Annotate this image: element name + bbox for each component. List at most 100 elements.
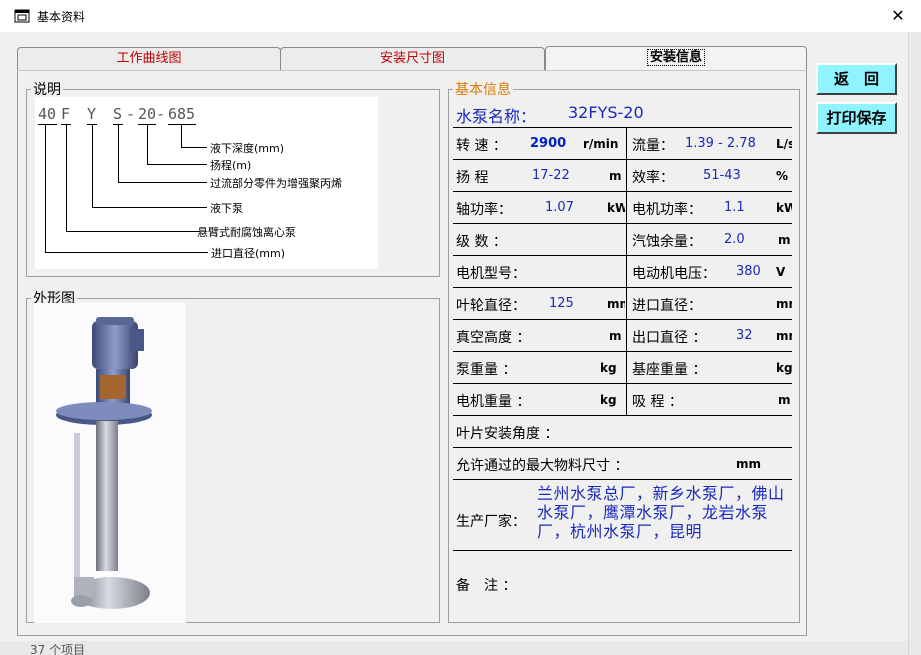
head-label: 扬 程 [456, 170, 489, 186]
leader-submerged-h [92, 207, 207, 208]
inlet-unit: mm [776, 297, 792, 311]
row-divider [453, 351, 792, 352]
base-weight-label: 基座重量 ： [632, 362, 707, 378]
impeller-value: 125 [549, 296, 574, 311]
code-head: 20 [138, 105, 157, 123]
max-material-unit: mm [736, 457, 762, 471]
suction-label: 吸 程 ： [632, 394, 683, 410]
speed-value: 2900 [530, 136, 567, 151]
code-dash-1: - [126, 105, 136, 123]
vacuum-unit: m [609, 329, 622, 343]
app-icon [14, 9, 30, 23]
impeller-label: 叶轮直径： [456, 298, 526, 314]
return-button[interactable]: 返 回 [816, 63, 897, 95]
underline-inlet [38, 124, 57, 125]
blade-angle-label: 叶片安装角度 ： [456, 426, 559, 442]
row-divider [453, 191, 792, 192]
tab-install-info-label: 安装信息 [646, 49, 705, 66]
pump-image [34, 303, 186, 623]
outlet-label: 出口直径 ： [632, 330, 707, 346]
npsh-label: 汽蚀余量： [632, 234, 702, 250]
row-divider [453, 479, 792, 480]
label-head: 扬程(m) [210, 159, 252, 172]
motor-model-label: 电机型号： [456, 266, 526, 282]
tab-install-dimensions[interactable]: 安装尺寸图 [280, 47, 545, 71]
label-inlet: 进口直径(mm) [211, 247, 286, 260]
background-status [0, 641, 908, 655]
leader-depth [181, 125, 182, 147]
shaft-power-unit: kW [607, 201, 625, 215]
flow-unit: L/s [776, 137, 792, 151]
code-f: F [61, 105, 71, 123]
row-divider [453, 127, 792, 128]
motor-voltage-value: 380 [736, 264, 761, 279]
stages-label: 级 数 ： [456, 234, 507, 250]
underline-depth [168, 124, 196, 125]
leader-head [147, 125, 148, 164]
code-s: S [113, 105, 123, 123]
manufacturer-label: 生产厂家： [456, 514, 526, 530]
row-divider [453, 447, 792, 448]
code-inlet: 40 [38, 105, 57, 123]
row-divider [453, 383, 792, 384]
impeller-unit: mm [607, 297, 625, 311]
row-divider [453, 287, 792, 288]
close-button[interactable]: ✕ [884, 4, 912, 28]
code-depth: 685 [168, 105, 196, 123]
head-value: 17-22 [532, 168, 570, 183]
suction-unit: m [778, 393, 791, 407]
vacuum-label: 真空高度 ： [456, 330, 531, 346]
row-divider [453, 550, 792, 551]
column-divider [626, 127, 627, 415]
base-weight-unit: kg [776, 361, 793, 375]
motor-weight-label: 电机重量 ： [456, 394, 531, 410]
motor-voltage-label: 电动机电压： [632, 266, 716, 282]
leader-cantilever-h [66, 231, 200, 232]
leader-inlet-h [45, 252, 208, 253]
leader-submerged [92, 125, 93, 207]
window-title: 基本资料 [37, 10, 86, 24]
row-divider [453, 319, 792, 320]
efficiency-unit: % [776, 169, 789, 183]
npsh-unit: m [778, 233, 791, 247]
pump-weight-label: 泵重量 ： [456, 362, 517, 378]
code-dash-2: - [156, 105, 166, 123]
tab-work-curve[interactable]: 工作曲线图 [17, 47, 281, 71]
leader-inlet [45, 125, 46, 252]
explanation-legend: 说明 [33, 82, 61, 98]
pump-illustration [56, 317, 152, 609]
motor-weight-unit: kg [600, 393, 617, 407]
flow-label: 流量： [632, 138, 674, 154]
print-save-button[interactable]: 打印保存 [816, 102, 897, 134]
speed-label: 转 速 ： [456, 138, 507, 154]
npsh-value: 2.0 [724, 232, 745, 247]
max-material-label: 允许通过的最大物料尺寸 ： [456, 458, 629, 474]
manufacturer-value: 兰州水泵总厂，新乡水泵厂，佛山水泵厂，鹰潭水泵厂，龙岩水泵厂，杭州水泵厂，昆明 [537, 484, 785, 541]
motor-power-value: 1.1 [724, 200, 745, 215]
background-window [908, 32, 921, 655]
pump-name-value: 32FYS-20 [568, 103, 644, 122]
leader-material-h [118, 182, 207, 183]
flow-value: 1.39 - 2.78 [685, 136, 756, 151]
efficiency-value: 51-43 [703, 168, 741, 183]
shaft-power-value: 1.07 [545, 200, 574, 215]
label-submerged: 液下泵 [210, 202, 243, 215]
code-y: Y [87, 105, 97, 123]
leader-head-h [147, 164, 207, 165]
background-status-text: 37 个项目 [30, 643, 86, 655]
tab-install-info[interactable]: 安装信息 [545, 46, 807, 72]
row-divider [453, 415, 792, 416]
outlet-unit: mm [776, 329, 792, 343]
leader-depth-h [181, 147, 207, 148]
outlet-value: 32 [736, 328, 753, 343]
inlet-label: 进口直径： [632, 298, 702, 314]
leader-material [118, 125, 119, 182]
basic-info-legend: 基本信息 [455, 82, 511, 98]
label-cantilever: 悬臂式耐腐蚀离心泵 [197, 226, 296, 239]
remarks-label: 备 注 ： [456, 578, 517, 594]
row-divider [453, 159, 792, 160]
title-bar [0, 0, 921, 32]
speed-unit: r/min [583, 137, 619, 151]
label-depth: 液下深度(mm) [210, 142, 285, 155]
leader-cantilever [66, 125, 67, 231]
